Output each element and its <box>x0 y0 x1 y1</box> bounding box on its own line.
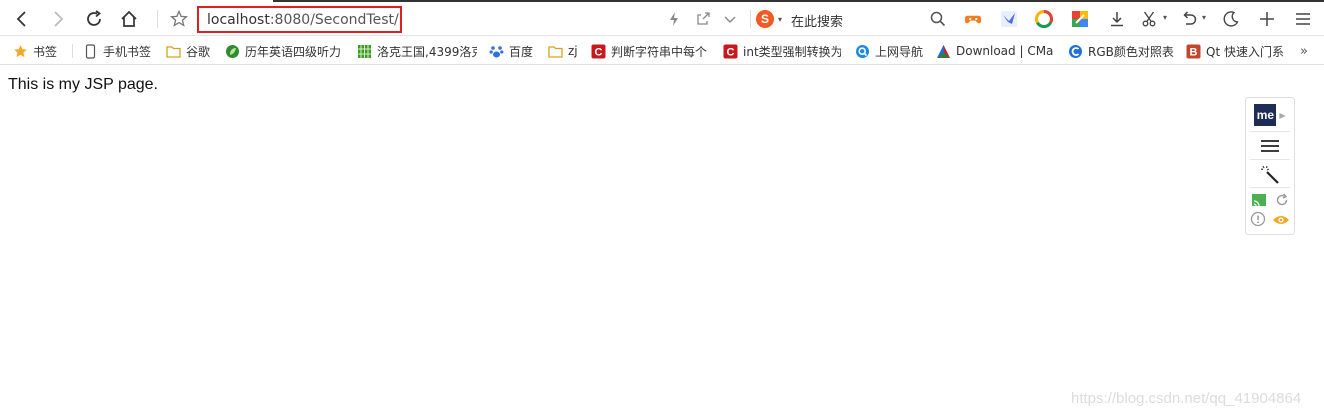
panel-row-cast <box>1246 193 1294 209</box>
bookmark-item[interactable]: Download | CMak <box>936 42 1054 60</box>
bookmarks-bar: 书签 手机书签 谷歌 历年英语四级听力 洛克王国,4399洛克 百度 zj C … <box>0 37 1324 65</box>
b-icon: B <box>1186 44 1201 59</box>
bookmark-item[interactable]: B Qt 快速入门系 <box>1186 42 1286 60</box>
share-icon[interactable] <box>693 9 713 29</box>
bookmark-item[interactable]: 书签 <box>13 42 57 60</box>
chrome-ring-icon[interactable] <box>1034 9 1054 29</box>
svg-text:C: C <box>727 46 735 58</box>
toolbar-separator <box>750 10 751 28</box>
colorful-icon[interactable] <box>1070 9 1090 29</box>
search-icon[interactable] <box>928 9 948 29</box>
bookmark-label: 书签 <box>33 44 58 59</box>
home-icon[interactable] <box>117 7 141 31</box>
caret-down-icon[interactable]: ▾ <box>1163 13 1167 22</box>
panel-divider <box>1250 159 1290 160</box>
bookmark-label: 历年英语四级听力 <box>245 44 342 59</box>
bookmark-label: Qt 快速入门系 <box>1206 44 1284 59</box>
folder-icon <box>548 44 563 59</box>
bookmark-label: Download | CMak <box>956 44 1054 58</box>
bookmark-label: 手机书签 <box>103 44 152 59</box>
bookmark-item[interactable]: RGB颜色对照表 <box>1068 42 1174 60</box>
browser-toolbar: localhost:8080/SecondTest/ S ▾ 在此搜索 ▾ ▾ <box>0 2 1324 36</box>
magic-wand-icon[interactable] <box>1246 163 1294 185</box>
me-logo-icon: me <box>1254 104 1277 126</box>
bookmark-item[interactable]: 谷歌 <box>166 42 210 60</box>
bookmark-item[interactable]: zj <box>548 42 578 60</box>
q-icon <box>855 44 870 59</box>
panel-divider <box>1250 131 1290 132</box>
bookmark-item[interactable]: 手机书签 <box>83 42 151 60</box>
reload-icon[interactable] <box>82 7 106 31</box>
address-path: :8080/SecondTest/ <box>269 11 399 28</box>
bookmark-label: 判断字符串中每个 <box>611 44 708 59</box>
grid-icon <box>357 44 372 59</box>
sogou-icon: S <box>756 10 774 28</box>
paw-icon <box>489 44 504 59</box>
c-icon <box>1068 44 1083 59</box>
page-body-text: This is my JSP page. <box>8 76 158 93</box>
bookmark-item[interactable]: 百度 <box>489 42 533 60</box>
csdn-icon: C <box>723 44 738 59</box>
address-host: localhost <box>207 11 270 28</box>
side-toolbar: me ▶ <box>1245 97 1295 235</box>
scissors-icon[interactable] <box>1140 9 1160 29</box>
lightning-icon[interactable] <box>664 9 684 29</box>
svg-text:C: C <box>595 46 603 58</box>
caret-down-icon[interactable]: ▾ <box>1202 13 1206 22</box>
bookmark-label: 谷歌 <box>186 44 211 59</box>
play-icon: ▶ <box>1279 110 1286 120</box>
download-icon[interactable] <box>1107 9 1127 29</box>
cmake-icon <box>936 44 951 59</box>
info-icon[interactable] <box>1250 211 1266 231</box>
svg-text:B: B <box>1190 46 1198 58</box>
moon-icon[interactable] <box>1221 9 1241 29</box>
phone-icon <box>83 43 98 59</box>
star-icon[interactable] <box>167 7 191 31</box>
refresh-icon[interactable] <box>1275 192 1289 211</box>
leaf-icon <box>225 44 240 59</box>
cast-icon[interactable] <box>1251 192 1267 211</box>
address-bar[interactable]: localhost:8080/SecondTest/ <box>197 6 402 33</box>
panel-row-info <box>1246 211 1294 231</box>
panel-divider <box>1250 187 1290 188</box>
bookmark-item[interactable]: C int类型强制转换为 <box>723 42 841 60</box>
bookmark-label: 上网导航 <box>875 44 924 59</box>
back-icon[interactable] <box>10 7 34 31</box>
csdn-icon: C <box>591 44 606 59</box>
bookmark-item[interactable]: 历年英语四级听力 <box>225 42 343 60</box>
forward-icon[interactable] <box>46 7 70 31</box>
bookmark-label: RGB颜色对照表 <box>1088 44 1174 59</box>
chevron-down-icon[interactable] <box>720 9 740 29</box>
toolbar-separator <box>157 10 158 28</box>
bookmark-label: zj <box>568 44 578 58</box>
eye-icon[interactable] <box>1272 212 1290 231</box>
bookmark-label: 洛克王国,4399洛克 <box>377 44 477 59</box>
bookmark-label: int类型强制转换为 <box>743 44 841 59</box>
menu-icon[interactable] <box>1293 9 1313 29</box>
bird-icon[interactable] <box>999 9 1019 29</box>
bookmark-separator <box>72 44 73 58</box>
undo-icon[interactable] <box>1179 9 1199 29</box>
bookmark-label: 百度 <box>509 44 534 59</box>
game-icon[interactable] <box>962 9 984 29</box>
bookmark-item[interactable]: C 判断字符串中每个 <box>591 42 709 60</box>
search-engine-selector[interactable]: S ▾ <box>756 9 782 29</box>
folder-icon <box>166 44 181 59</box>
search-input[interactable]: 在此搜索 <box>791 11 843 30</box>
bookmarks-overflow-icon[interactable]: » <box>1300 42 1308 60</box>
star-icon <box>13 44 28 59</box>
caret-down-icon: ▾ <box>778 14 783 24</box>
watermark-text: https://blog.csdn.net/qq_41904864 <box>1071 390 1302 407</box>
hamburger-icon[interactable] <box>1246 135 1294 157</box>
bookmark-item[interactable]: 上网导航 <box>855 42 923 60</box>
bookmark-item[interactable]: 洛克王国,4399洛克 <box>357 42 477 60</box>
me-extension-button[interactable]: me ▶ <box>1246 102 1294 128</box>
plus-icon[interactable] <box>1257 9 1277 29</box>
